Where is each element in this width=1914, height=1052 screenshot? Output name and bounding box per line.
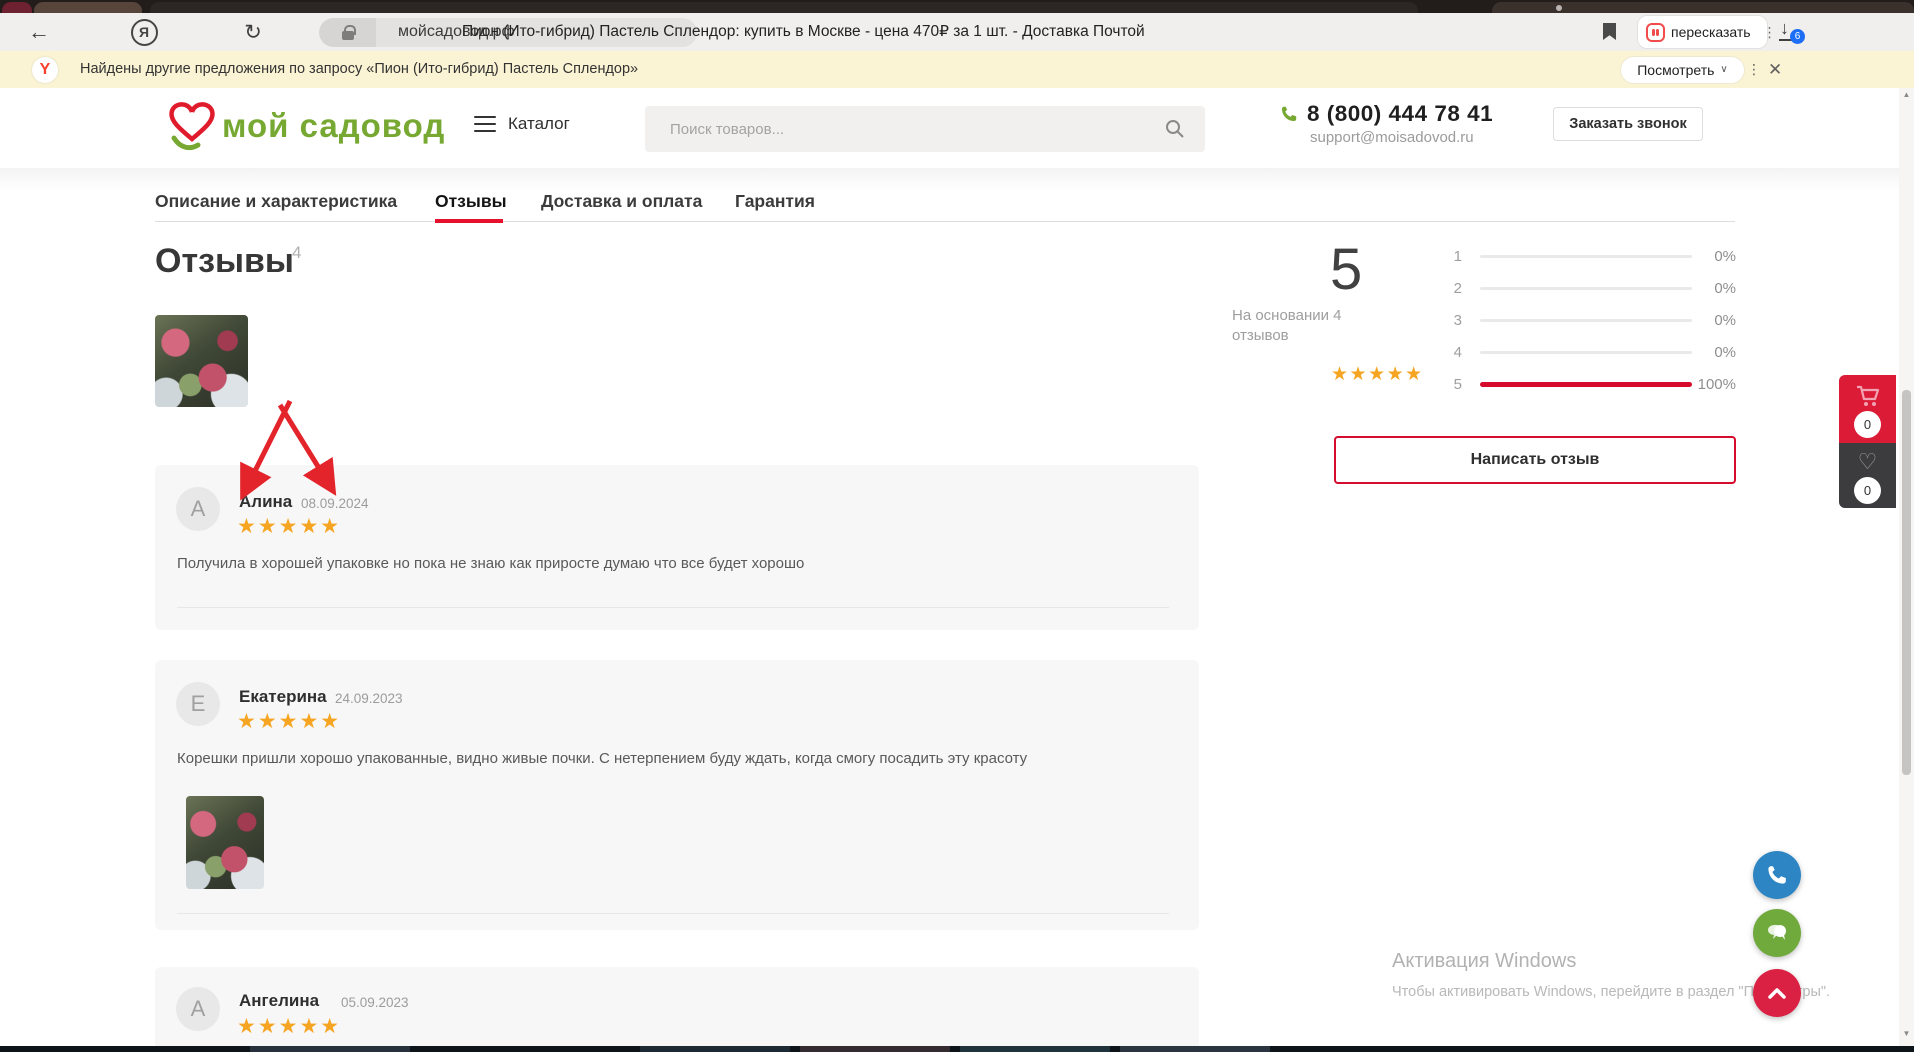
notification-text: Найдены другие предложения по запросу «П…: [80, 51, 638, 88]
cart-count-badge: 0: [1854, 411, 1881, 438]
cart-icon: [1855, 384, 1881, 408]
tab-reviews[interactable]: Отзывы: [435, 191, 507, 212]
downloads-button[interactable]: ↓ 6: [1773, 15, 1807, 49]
phone-number: 8 (800) 444 78 41: [1307, 101, 1493, 127]
review-date: 08.09.2024: [301, 496, 369, 511]
reviews-heading: Отзывы: [155, 242, 294, 281]
phone-block[interactable]: 8 (800) 444 78 41: [1280, 101, 1493, 127]
heart-icon: ♡: [1839, 449, 1896, 475]
review-card: А Ангелина 05.09.2023 ★★★★★: [155, 967, 1199, 1052]
site-logo[interactable]: мой садовод: [166, 98, 445, 154]
back-icon[interactable]: ←: [22, 13, 56, 51]
search-input[interactable]: [645, 121, 1165, 138]
review-date: 24.09.2023: [335, 691, 403, 706]
card-divider: [177, 607, 1169, 608]
windows-taskbar-sliver: [0, 1046, 1914, 1052]
browser-window: ← Я ↻ мойсадовод.рф Пион (Ито-гибрид) Па…: [0, 0, 1914, 1052]
avatar: Е: [176, 682, 220, 726]
tab-favicon: [1556, 5, 1562, 11]
tab-description[interactable]: Описание и характеристика: [155, 191, 397, 212]
review-text: Получила в хорошей упаковке но пока не з…: [177, 555, 1157, 572]
reviews-count: 4: [292, 243, 301, 263]
write-review-button[interactable]: Написать отзыв: [1334, 436, 1736, 484]
cart-button[interactable]: 0: [1839, 375, 1896, 443]
phone-icon: [1280, 105, 1298, 123]
favorites-button[interactable]: ♡ 0: [1839, 443, 1896, 508]
favorites-count-badge: 0: [1854, 477, 1881, 504]
review-stars: ★★★★★: [237, 514, 341, 539]
chevron-up-icon: [1766, 986, 1788, 1000]
scrollbar-down-icon[interactable]: ▼: [1899, 1029, 1914, 1038]
scrollbar-up-icon[interactable]: ▲: [1899, 90, 1914, 99]
avatar: А: [176, 487, 220, 531]
reviewer-name: Екатерина: [239, 687, 327, 707]
callback-float-button[interactable]: [1753, 851, 1801, 899]
site-header: мой садовод Каталог 8 (800) 444 78 41 su…: [0, 88, 1914, 170]
yandex-icon: Y: [32, 57, 58, 83]
avatar: А: [176, 987, 220, 1031]
refresh-icon[interactable]: ↻: [237, 13, 269, 51]
review-text: Корешки пришли хорошо упакованные, видно…: [177, 750, 1157, 767]
downloads-badge: 6: [1790, 29, 1805, 44]
review-stars: ★★★★★: [237, 709, 341, 734]
review-stars: ★★★★★: [237, 1014, 341, 1039]
retell-icon: [1646, 23, 1665, 42]
notification-menu-icon[interactable]: ⋮: [1747, 51, 1761, 88]
rating-bar-row: 5 100%: [1440, 368, 1736, 400]
page-title: Пион (Ито-гибрид) Пастель Сплендор: купи…: [462, 13, 1145, 51]
notification-close-icon[interactable]: ✕: [1768, 51, 1782, 88]
average-rating: 5: [1330, 236, 1370, 303]
rating-bar-row: 1 0%: [1440, 240, 1736, 272]
scroll-top-float-button[interactable]: [1753, 969, 1801, 1017]
header-shadow: [0, 168, 1914, 190]
hamburger-icon: [474, 116, 496, 133]
average-stars: ★★★★★: [1331, 363, 1424, 386]
order-call-button[interactable]: Заказать звонок: [1553, 107, 1703, 141]
review-photo-thumbnail[interactable]: [155, 315, 248, 407]
search-icon[interactable]: [1165, 119, 1185, 139]
phone-icon: [1766, 864, 1788, 886]
card-divider: [177, 913, 1169, 914]
yandex-browser-icon[interactable]: Я: [127, 13, 161, 51]
rating-bar-row: 3 0%: [1440, 304, 1736, 336]
catalog-button[interactable]: Каталог: [474, 114, 570, 134]
tab-warranty[interactable]: Гарантия: [735, 191, 815, 212]
review-photo-thumbnail[interactable]: [186, 796, 264, 889]
rating-based-on: На основании 4 отзывов: [1232, 306, 1352, 346]
review-date: 05.09.2023: [341, 995, 409, 1010]
windows-activation-title: Активация Windows: [1392, 950, 1576, 973]
browser-tab[interactable]: [34, 2, 142, 13]
rating-bar-row: 4 0%: [1440, 336, 1736, 368]
review-card: А Алина 08.09.2024 ★★★★★ Получила в хоро…: [155, 465, 1199, 630]
browser-tab[interactable]: [2, 2, 32, 13]
lock-icon[interactable]: [319, 18, 376, 47]
view-offers-button[interactable]: Посмотреть ∨: [1620, 56, 1745, 84]
chat-icon: [1764, 921, 1790, 945]
tabs-divider: [155, 221, 1735, 222]
rating-bar-row: 2 0%: [1440, 272, 1736, 304]
retell-button[interactable]: пересказать ⋮: [1637, 15, 1768, 49]
scrollbar-thumb[interactable]: [1902, 390, 1911, 775]
search-box: [645, 106, 1205, 152]
browser-toolbar: ← Я ↻ мойсадовод.рф Пион (Ито-гибрид) Па…: [0, 13, 1914, 51]
scrollbar[interactable]: ▲ ▼: [1899, 88, 1914, 1046]
active-tab-underline: [435, 219, 503, 223]
bookmark-icon[interactable]: [1596, 13, 1624, 51]
offers-notification-bar: Y Найдены другие предложения по запросу …: [0, 51, 1914, 88]
browser-tab[interactable]: [1492, 2, 1914, 13]
heart-logo-icon: [166, 98, 218, 154]
chevron-down-icon: ∨: [1720, 64, 1727, 75]
chat-float-button[interactable]: [1753, 909, 1801, 957]
logo-text: мой садовод: [222, 107, 445, 145]
browser-tab-active[interactable]: [150, 2, 1418, 13]
reviewer-name: Алина: [239, 492, 292, 512]
browser-tabstrip: [0, 0, 1914, 13]
tab-delivery[interactable]: Доставка и оплата: [541, 191, 702, 212]
review-card: Е Екатерина 24.09.2023 ★★★★★ Корешки при…: [155, 660, 1199, 930]
support-email[interactable]: support@moisadovod.ru: [1310, 129, 1474, 146]
reviewer-name: Ангелина: [239, 991, 319, 1011]
